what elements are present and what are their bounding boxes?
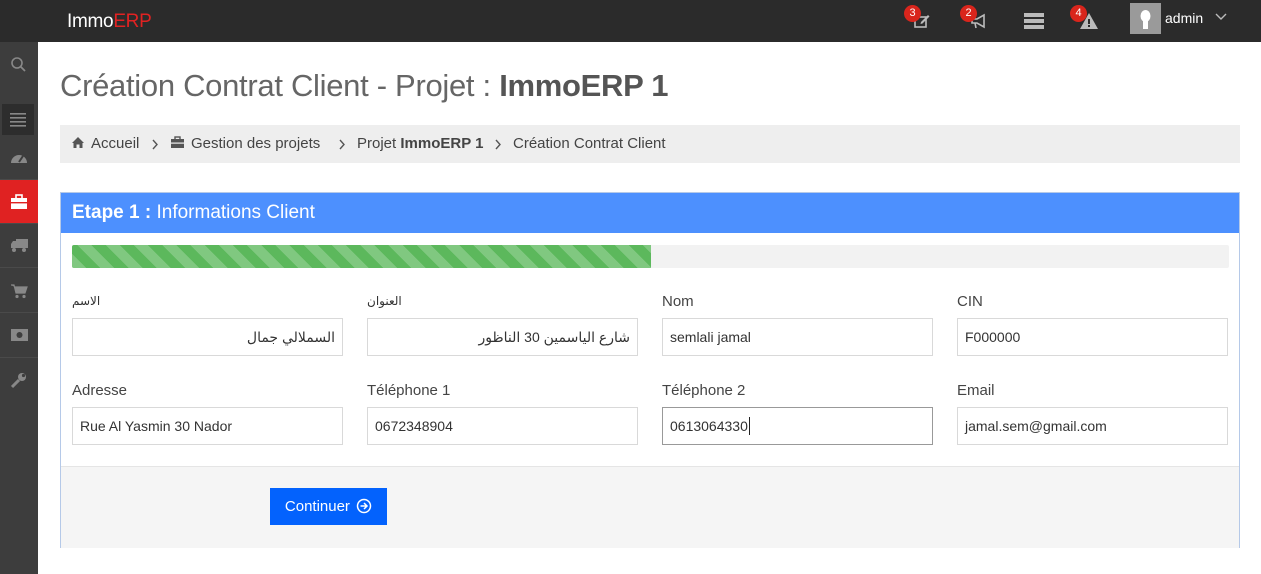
briefcase-icon [171,136,184,148]
adresse-label: Adresse [72,382,128,399]
nom-input[interactable]: semlali jamal [662,318,933,356]
address-ar-input[interactable]: شارع الياسمين 30 الناظور [367,318,638,356]
client-info-panel: Etape 1 : Informations Client الاسم السم… [60,192,1240,548]
sidebar [0,42,38,574]
tel2-input[interactable]: 0613064330 [662,407,933,445]
email-label: Email [957,382,995,399]
money-icon [11,329,28,341]
app-logo[interactable]: ImmoERP [67,11,152,33]
sidebar-item-dashboard[interactable] [0,136,38,180]
sidebar-item-settings[interactable] [0,358,38,402]
top-bar: ImmoERP 3 2 4 admin [0,0,1261,42]
name-ar-label: الاسم [72,294,101,308]
server-icon [1024,13,1044,29]
panel-header: Etape 1 : Informations Client [61,193,1239,233]
notifications-edit-button[interactable]: 3 [904,5,936,34]
sidebar-item-finance[interactable] [0,314,38,358]
page-title: Création Contrat Client - Projet : ImmoE… [60,68,669,103]
wrench-icon [10,373,26,389]
breadcrumb-current: Création Contrat Client [513,135,666,152]
chevron-right-icon [152,139,158,150]
cart-icon [11,284,28,299]
step-progress-bar [72,245,1229,268]
username: admin [1165,10,1204,26]
continue-button[interactable]: Continuer [270,488,387,525]
breadcrumb-project[interactable]: Projet ImmoERP 1 [357,135,483,152]
chevron-right-icon [495,139,501,150]
bullhorn-badge: 2 [960,5,977,22]
breadcrumb-projects[interactable]: Gestion des projets [170,135,320,152]
notifications-bullhorn-button[interactable]: 2 [960,5,992,34]
address-ar-label: العنوان [367,294,402,308]
tel2-label: Téléphone 2 [662,382,746,399]
home-icon [72,137,84,148]
form-actions: Continuer [61,466,1239,548]
cin-input[interactable]: F000000 [957,318,1228,356]
server-button[interactable] [1018,8,1046,34]
sidebar-item-purchases[interactable] [0,269,38,313]
adresse-input[interactable]: Rue Al Yasmin 30 Nador [72,407,343,445]
sidebar-item-delivery[interactable] [0,224,38,268]
briefcase-icon [11,194,27,209]
avatar [1130,3,1161,34]
breadcrumb: Accueil Gestion des projets Projet ImmoE… [60,125,1240,163]
circle-arrow-right-icon [356,498,372,514]
warning-badge: 4 [1070,5,1087,22]
dashboard-icon [11,155,27,163]
search-icon [11,57,26,72]
nom-label: Nom [662,293,694,310]
name-ar-input[interactable]: السملالي جمال [72,318,343,356]
sidebar-toggle[interactable] [2,104,34,135]
tel1-label: Téléphone 1 [367,382,451,399]
sidebar-search[interactable] [0,42,38,86]
tel1-input[interactable]: 0672348904 [367,407,638,445]
step-title: Etape 1 : Informations Client [72,202,315,223]
chevron-right-icon [339,139,345,150]
edit-badge: 3 [904,5,921,22]
truck-icon [11,239,28,252]
user-silhouette-icon [1140,10,1151,29]
cin-label: CIN [957,293,983,310]
sidebar-item-projects[interactable] [0,180,38,224]
menu-icon [10,113,26,127]
chevron-down-icon [1215,13,1227,20]
breadcrumb-home[interactable]: Accueil [71,135,139,152]
email-input[interactable]: jamal.sem@gmail.com [957,407,1228,445]
notifications-warning-button[interactable]: 4 [1070,5,1102,34]
progress-fill [72,245,651,268]
text-caret [748,417,750,435]
